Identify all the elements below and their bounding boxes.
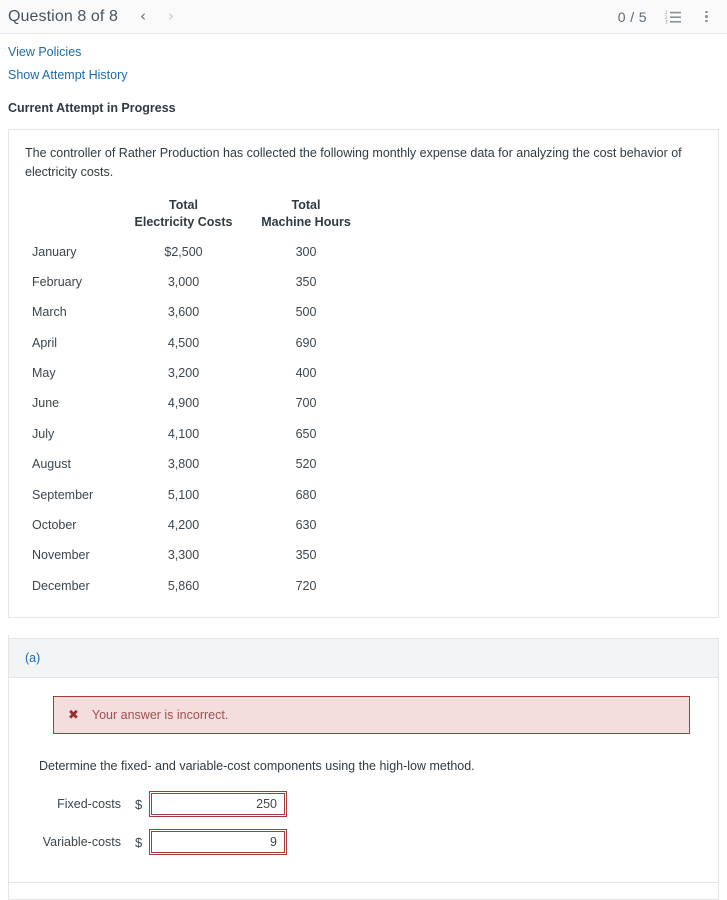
chevron-right-icon[interactable]: › [168, 9, 174, 24]
table-row: December 5,860 720 [31, 571, 366, 601]
table-row: October 4,200 630 [31, 510, 366, 540]
header-line-1: Total [291, 197, 321, 212]
column-header-electricity-costs: Total Electricity Costs [121, 197, 246, 237]
svg-text:3: 3 [665, 19, 668, 24]
table-row: January $2,500 300 [31, 237, 366, 267]
variable-costs-input[interactable] [149, 829, 287, 855]
cell-month: March [32, 305, 67, 320]
question-navigation: ‹ › [140, 9, 174, 24]
cell-month: January [32, 244, 77, 259]
table-row: September 5,100 680 [31, 480, 366, 510]
cell-month: February [32, 274, 83, 289]
cell-machine-hours: 680 [295, 487, 317, 502]
part-a-card: (a) ✖ Your answer is incorrect. Determin… [8, 638, 719, 900]
cell-electricity-cost: 5,860 [167, 578, 200, 593]
cell-machine-hours: 300 [295, 244, 317, 259]
page-title: Question 8 of 8 [8, 7, 119, 25]
column-header-machine-hours: Total Machine Hours [246, 197, 366, 237]
table-row: March 3,600 500 [31, 297, 366, 327]
cell-month: August [32, 457, 71, 472]
x-mark-icon: ✖ [68, 707, 79, 723]
cell-machine-hours: 720 [295, 578, 317, 593]
header-line-2: Electricity Costs [134, 214, 233, 229]
numbered-list-icon[interactable]: 1 2 3 [664, 8, 681, 25]
cell-electricity-cost: $2,500 [164, 244, 203, 259]
table-row: February 3,000 350 [31, 267, 366, 297]
incorrect-answer-alert: ✖ Your answer is incorrect. [53, 696, 690, 734]
table-header-row: Total Electricity Costs Total Machine Ho… [31, 197, 366, 237]
question-card: The controller of Rather Production has … [8, 129, 719, 618]
header-line-2: Machine Hours [261, 214, 351, 229]
cell-month: September [32, 487, 94, 502]
cell-month: July [32, 426, 55, 441]
cell-electricity-cost: 5,100 [167, 487, 200, 502]
cell-machine-hours: 400 [295, 366, 317, 380]
cell-machine-hours: 630 [295, 517, 317, 532]
answer-field-row: Variable-costs $ [31, 829, 696, 855]
policy-links: View Policies Show Attempt History [0, 34, 727, 82]
question-prompt: The controller of Rather Production has … [25, 146, 682, 180]
part-a-label: (a) [9, 639, 718, 678]
cell-machine-hours: 520 [295, 457, 317, 472]
header-line-1: Total [169, 197, 198, 212]
table-header: Total Electricity Costs Total Machine Ho… [31, 197, 366, 237]
score-display: 0 / 5 [617, 8, 647, 25]
answer-field-label: Fixed-costs [57, 797, 121, 811]
cell-electricity-cost: 3,800 [167, 457, 200, 472]
fixed-costs-input[interactable] [149, 791, 287, 817]
cell-electricity-cost: 4,900 [167, 396, 200, 411]
cell-electricity-cost: 4,200 [167, 517, 200, 532]
expense-data-table: Total Electricity Costs Total Machine Ho… [31, 197, 366, 601]
table-row: June 4,900 700 [31, 388, 366, 418]
table-row: November 3,300 350 [31, 540, 366, 570]
cell-electricity-cost: 3,600 [167, 305, 200, 320]
cell-electricity-cost: 4,100 [167, 426, 200, 441]
cell-machine-hours: 500 [295, 305, 317, 320]
cell-month: May [32, 366, 56, 380]
cell-machine-hours: 690 [295, 335, 317, 350]
question-toolbar: Question 8 of 8 ‹ › 0 / 5 1 2 3 [0, 0, 727, 34]
toolbar-right-group: 0 / 5 1 2 3 [618, 8, 715, 25]
chevron-left-icon[interactable]: ‹ [140, 9, 146, 24]
attempt-status-label: Current Attempt in Progress [8, 101, 176, 115]
cell-machine-hours: 350 [295, 274, 317, 289]
view-policies-link[interactable]: View Policies [8, 45, 719, 59]
cell-month: November [32, 548, 90, 563]
cell-electricity-cost: 3,300 [167, 548, 200, 563]
cell-electricity-cost: 4,500 [167, 335, 200, 350]
bottom-divider [8, 882, 719, 883]
currency-symbol: $ [135, 834, 143, 850]
table-row: August 3,800 520 [31, 449, 366, 479]
cell-electricity-cost: 3,000 [167, 274, 200, 289]
cell-month: April [32, 335, 58, 350]
part-a-instruction: Determine the fixed- and variable-cost c… [39, 759, 475, 773]
column-header-month [31, 197, 121, 237]
cell-month: October [32, 517, 77, 532]
kebab-menu-icon[interactable] [698, 8, 715, 25]
table-body: January $2,500 300 February 3,000 350 March 3,6… [31, 237, 366, 602]
show-attempt-history-link[interactable]: Show Attempt History [8, 68, 719, 82]
currency-symbol: $ [135, 796, 143, 812]
table-row: April 4,500 690 [31, 328, 366, 358]
cell-electricity-cost: 3,200 [167, 366, 200, 380]
cell-machine-hours: 350 [295, 548, 317, 563]
cell-month: December [32, 578, 90, 593]
cell-machine-hours: 650 [295, 426, 317, 441]
answer-field-label: Variable-costs [42, 835, 121, 849]
table-row: May 3,200 400 [31, 358, 366, 388]
table-row: July 4,100 650 [31, 419, 366, 449]
section-side-rule [8, 635, 9, 882]
cell-machine-hours: 700 [295, 396, 317, 411]
cell-month: June [32, 396, 60, 411]
answer-fields: Fixed-costs $ Variable-costs $ [31, 791, 696, 855]
alert-message: Your answer is incorrect. [91, 708, 229, 722]
answer-field-row: Fixed-costs $ [31, 791, 696, 817]
